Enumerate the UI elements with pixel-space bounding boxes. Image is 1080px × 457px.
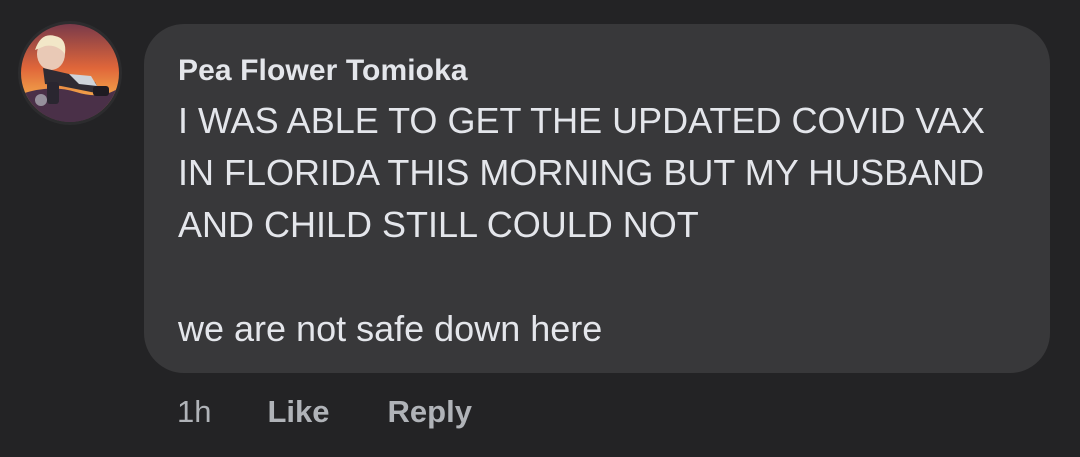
reply-button[interactable]: Reply xyxy=(388,394,472,430)
comment-text-line-4: we are not safe down here xyxy=(178,308,603,349)
avatar[interactable] xyxy=(21,24,119,122)
comment-author[interactable]: Pea Flower Tomioka xyxy=(178,52,1020,90)
comment-text-line-2: IN FLORIDA THIS MORNING BUT MY HUSBAND xyxy=(178,152,985,193)
avatar-illustration-icon xyxy=(21,24,119,122)
comment-row: Pea Flower Tomioka I WAS ABLE TO GET THE… xyxy=(0,0,1080,457)
comment-text-line-3: AND CHILD STILL COULD NOT xyxy=(178,204,699,245)
comment-bubble: Pea Flower Tomioka I WAS ABLE TO GET THE… xyxy=(144,24,1050,373)
comment-timestamp[interactable]: 1h xyxy=(177,394,211,430)
like-button[interactable]: Like xyxy=(267,394,329,430)
comment-text-line-1: I WAS ABLE TO GET THE UPDATED COVID VAX xyxy=(178,100,985,141)
comment-actions: 1h Like Reply xyxy=(177,388,530,436)
